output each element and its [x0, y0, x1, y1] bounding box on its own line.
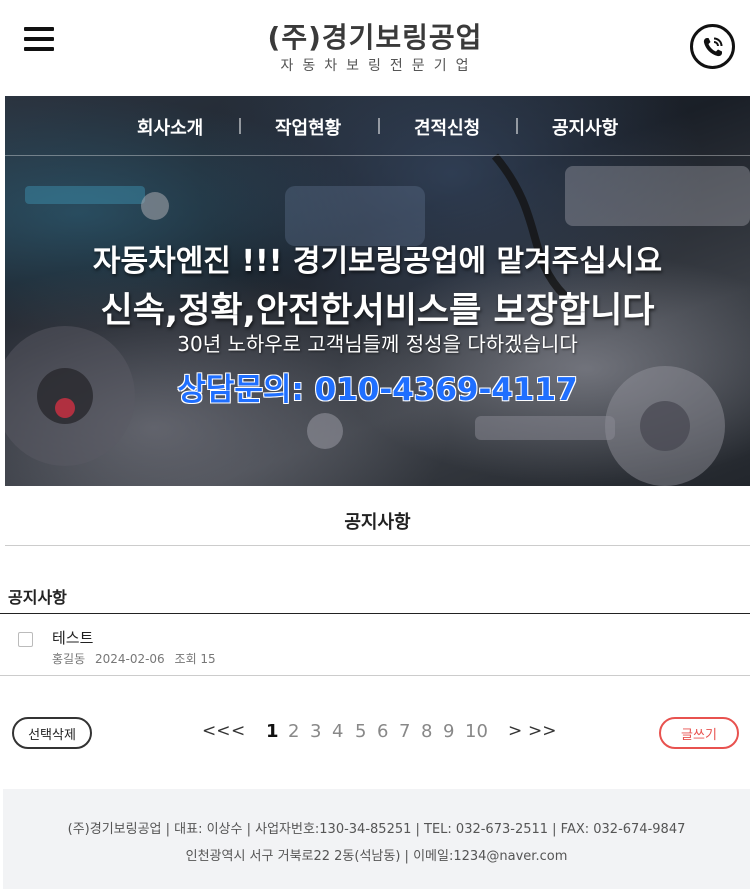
post-date: 2024-02-06	[94, 652, 165, 666]
footer-address: 인천광역시 서구 거북로22 2동(석남동) | 이메일:1234@naver.…	[185, 849, 568, 864]
write-button[interactable]: 글쓰기	[659, 717, 739, 749]
nav-divider	[378, 118, 380, 134]
main-nav: 회사소개 작업현황 견적신청 공지사항	[5, 96, 750, 156]
nav-divider	[516, 118, 518, 134]
divider	[5, 545, 750, 546]
post-author: 홍길동	[52, 652, 86, 666]
nav-item-work-status[interactable]: 작업현황	[275, 114, 341, 140]
logo-subtitle: 자동차보링전문기업	[280, 58, 478, 74]
post-views: 조회 15	[174, 652, 216, 666]
pagination-page-6[interactable]: 6	[377, 721, 388, 742]
hero-tagline: 30년 노하우로 고객님들께 정성을 다하겠습니다	[177, 332, 578, 356]
delete-selected-button[interactable]: 선택삭제	[12, 717, 92, 749]
phone-call-icon[interactable]	[690, 24, 735, 69]
nav-item-notice[interactable]: 공지사항	[552, 114, 618, 140]
pagination-prev[interactable]: <	[231, 721, 245, 741]
site-logo[interactable]: (주)경기보링공업 자동차보링전문기업	[0, 20, 750, 76]
pagination-page-1[interactable]: 1	[266, 721, 279, 742]
pagination-first[interactable]: <<	[202, 721, 231, 741]
pagination-page-3[interactable]: 3	[310, 721, 321, 742]
nav-item-company[interactable]: 회사소개	[137, 114, 203, 140]
pagination-page-4[interactable]: 4	[332, 721, 343, 742]
nav-item-estimate[interactable]: 견적신청	[414, 114, 480, 140]
logo-title: (주)경기보링공업	[267, 21, 483, 54]
pagination-last[interactable]: >>	[528, 721, 557, 741]
row-checkbox[interactable]	[18, 632, 33, 647]
nav-divider	[239, 118, 241, 134]
pagination-page-10[interactable]: 10	[465, 721, 488, 742]
table-row: 테스트 홍길동 2024-02-06 조회 15	[0, 614, 750, 676]
hero-banner: 회사소개 작업현황 견적신청 공지사항 자동차엔진 !!! 경기보링공업에 맡겨…	[5, 96, 750, 486]
hero-headline: 자동차엔진 !!! 경기보링공업에 맡겨주십시요	[92, 244, 663, 279]
pagination-page-5[interactable]: 5	[355, 721, 366, 742]
pagination-next[interactable]: >	[508, 721, 522, 741]
site-footer: (주)경기보링공업 | 대표: 이상수 | 사업자번호:130-34-85251…	[3, 789, 750, 889]
hero-subheadline: 신속,정확,안전한서비스를 보장합니다	[100, 291, 655, 331]
pagination-page-2[interactable]: 2	[288, 721, 299, 742]
hero-contact-phone[interactable]: 상담문의: 010-4369-4117	[5, 364, 750, 409]
site-header: (주)경기보링공업 자동차보링전문기업	[0, 0, 750, 96]
page-title: 공지사항	[344, 512, 411, 533]
pagination-page-7[interactable]: 7	[399, 721, 410, 742]
pagination-page-8[interactable]: 8	[421, 721, 432, 742]
pagination-page-9[interactable]: 9	[443, 721, 454, 742]
board-title: 공지사항	[8, 588, 67, 607]
footer-company-info: (주)경기보링공업 | 대표: 이상수 | 사업자번호:130-34-85251…	[67, 822, 686, 837]
post-subject-link[interactable]: 테스트	[52, 627, 93, 648]
post-meta: 홍길동 2024-02-06 조회 15	[52, 650, 222, 667]
